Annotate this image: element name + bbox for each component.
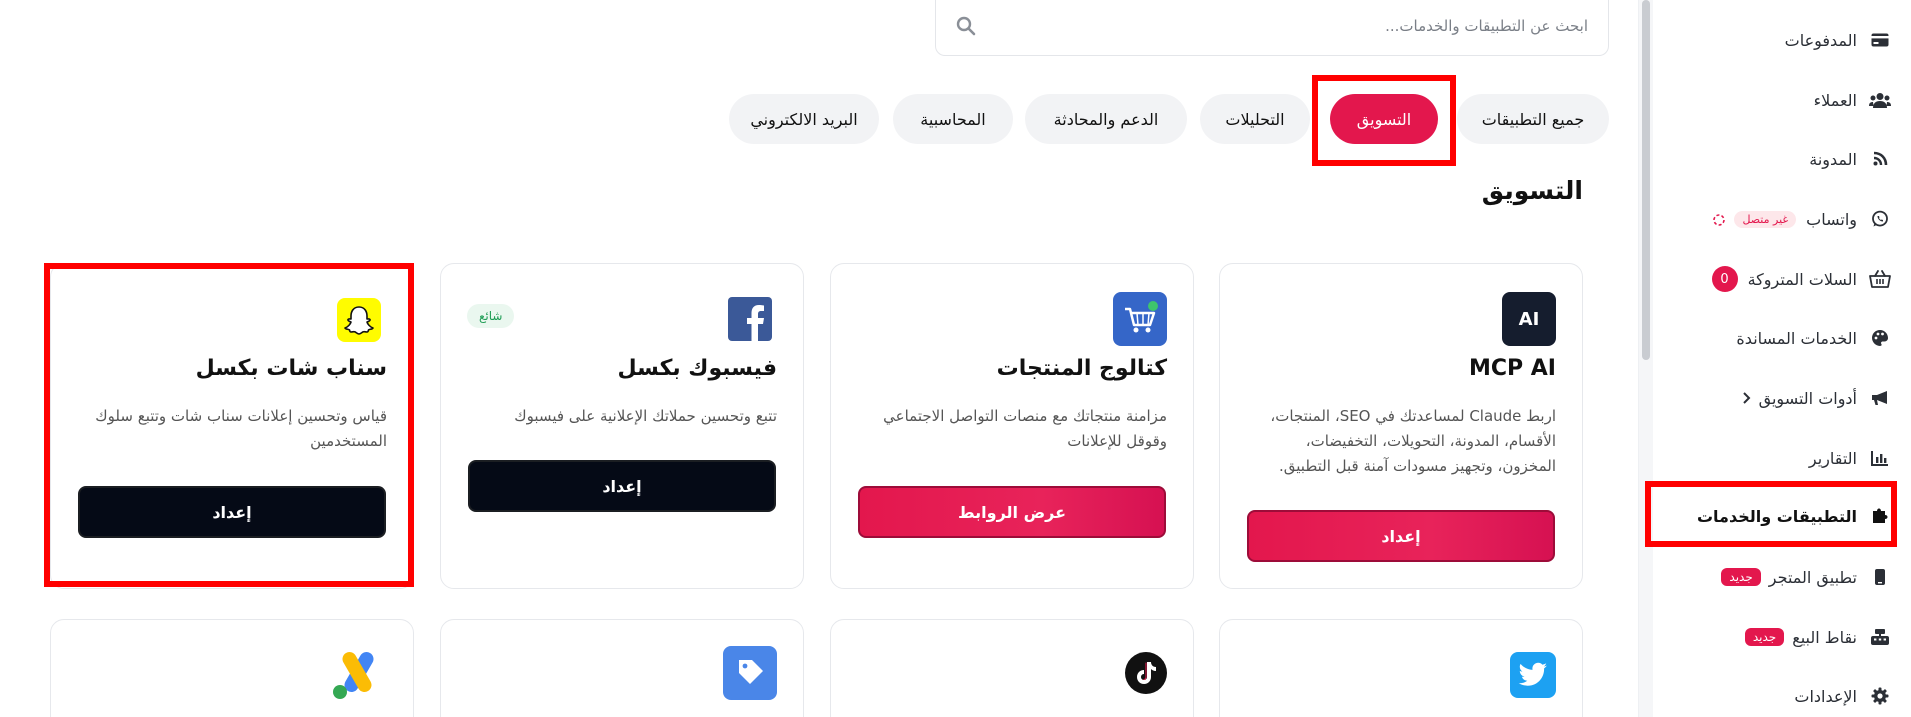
sidebar-item-marketing-tools[interactable]: أدوات التسويق <box>1653 378 1911 418</box>
search-bar <box>935 0 1609 56</box>
puzzle-icon <box>1869 505 1891 527</box>
whatsapp-icon <box>1869 208 1891 230</box>
app-card-price-tag <box>440 619 804 717</box>
count-badge: 0 <box>1711 266 1738 292</box>
google-ads-icon <box>329 648 387 702</box>
sidebar-item-payments[interactable]: المدفوعات <box>1653 20 1911 60</box>
sidebar-scrollbar-thumb[interactable] <box>1642 0 1650 360</box>
tab-accounting[interactable]: المحاسبية <box>893 94 1013 144</box>
tab-support-chat[interactable]: الدعم والمحادثة <box>1025 94 1187 144</box>
megaphone-icon <box>1869 387 1891 409</box>
status-badge: غير متصل <box>1734 210 1797 228</box>
users-icon <box>1869 89 1891 111</box>
cash-register-icon <box>1869 626 1891 648</box>
mobile-icon <box>1869 566 1891 588</box>
sidebar-item-label: التطبيقات والخدمات <box>1696 506 1857 526</box>
tab-marketing[interactable]: التسويق <box>1330 94 1438 144</box>
sidebar-item-label: التقارير <box>1808 448 1857 468</box>
sidebar-item-label: الإعدادات <box>1794 686 1857 706</box>
sidebar-item-label: المدونة <box>1809 149 1857 169</box>
setup-button[interactable]: إعداد <box>78 486 386 538</box>
app-name: فيسبوك بكسل <box>617 356 777 381</box>
app-card-product-catalog: كتالوج المنتجات مزامنة منتجاتك مع منصات … <box>830 263 1194 589</box>
tab-email[interactable]: البريد الالكتروني <box>729 94 879 144</box>
sidebar-item-abandoned-carts[interactable]: السلات المتروكة 0 <box>1653 259 1911 299</box>
sidebar-item-store-app[interactable]: تطبيق المتجر جديد <box>1653 557 1911 597</box>
sidebar-item-label: العملاء <box>1813 90 1857 110</box>
search-icon[interactable] <box>956 16 976 40</box>
sidebar-item-label: المدفوعات <box>1784 30 1857 50</box>
app-name: سناب شات بكسل <box>195 356 387 381</box>
chevron-left-icon <box>1741 389 1751 408</box>
setup-button[interactable]: إعداد <box>1247 510 1555 562</box>
app-card-google-ads <box>50 619 414 717</box>
sidebar-item-support-services[interactable]: الخدمات المساندة <box>1653 318 1911 358</box>
sidebar-item-label: السلات المتروكة <box>1747 269 1857 289</box>
ai-logo-icon: AI <box>1502 292 1556 346</box>
search-input[interactable] <box>1006 10 1590 42</box>
sidebar-item-blog[interactable]: المدونة <box>1653 139 1911 179</box>
sidebar-item-pos[interactable]: نقاط البيع جديد <box>1653 617 1911 657</box>
gear-icon <box>1869 685 1891 707</box>
chart-icon <box>1869 447 1891 469</box>
app-name: MCP AI <box>1468 356 1556 381</box>
popular-badge: شائع <box>467 304 515 328</box>
app-card-mcp-ai: AI MCP AI اربط Claude لمساعدتك في SEO، ا… <box>1219 263 1583 589</box>
setup-button[interactable]: إعداد <box>468 460 776 512</box>
app-description: قياس وتحسين إعلانات سناب شات وتتبع سلوك … <box>95 407 387 450</box>
app-description: مزامنة منتجاتك مع منصات التواصل الاجتماع… <box>883 407 1167 450</box>
app-name: كتالوج المنتجات <box>996 356 1167 381</box>
section-title: التسويق <box>1481 176 1583 205</box>
new-badge: جديد <box>1744 628 1785 646</box>
sidebar-scrollbar-track[interactable] <box>1639 0 1653 717</box>
tab-all-apps[interactable]: جميع التطبيقات <box>1457 94 1609 144</box>
sidebar-item-label: نقاط البيع <box>1792 627 1857 647</box>
app-card-tiktok <box>830 619 1194 717</box>
sidebar-item-reports[interactable]: التقارير <box>1653 438 1911 478</box>
tab-analytics[interactable]: التحليلات <box>1200 94 1310 144</box>
basket-icon <box>1869 268 1891 290</box>
app-description: تتبع وتحسين حملاتك الإعلانية على فيسبوك <box>514 407 777 425</box>
disconnected-icon <box>1712 212 1726 226</box>
app-card-twitter <box>1219 619 1583 717</box>
app-card-facebook-pixel: شائع فيسبوك بكسل تتبع وتحسين حملاتك الإع… <box>440 263 804 589</box>
app-card-snapchat-pixel: سناب شات بكسل قياس وتحسين إعلانات سناب ش… <box>50 263 414 589</box>
new-badge: جديد <box>1721 568 1761 586</box>
app-root: جميع التطبيقات التسويق التحليلات الدعم و… <box>0 0 1911 717</box>
sidebar: المدفوعات العملاء المدونة واتساب غير متص… <box>1638 0 1911 717</box>
sidebar-item-settings[interactable]: الإعدادات <box>1653 676 1911 716</box>
palette-icon <box>1869 327 1891 349</box>
sidebar-item-apps-services[interactable]: التطبيقات والخدمات <box>1653 496 1911 536</box>
credit-card-icon <box>1869 29 1891 51</box>
sidebar-item-label: الخدمات المساندة <box>1736 328 1857 348</box>
tiktok-icon <box>1125 652 1167 694</box>
price-tag-icon <box>723 646 777 700</box>
snapchat-icon <box>337 298 381 342</box>
sidebar-item-label: تطبيق المتجر <box>1768 567 1857 587</box>
sidebar-item-label: واتساب <box>1806 209 1857 229</box>
app-description: اربط Claude لمساعدتك في SEO، المنتجات، ا… <box>1270 407 1556 475</box>
sidebar-item-customers[interactable]: العملاء <box>1653 80 1911 120</box>
sidebar-item-label: أدوات التسويق <box>1758 388 1857 408</box>
twitter-icon <box>1510 652 1556 698</box>
ai-logo-text: AI <box>1518 308 1540 330</box>
facebook-icon <box>723 292 777 346</box>
cart-icon <box>1113 292 1167 346</box>
view-links-button[interactable]: عرض الروابط <box>858 486 1166 538</box>
sidebar-item-whatsapp[interactable]: واتساب غير متصل <box>1653 199 1911 239</box>
blog-icon <box>1869 148 1891 170</box>
